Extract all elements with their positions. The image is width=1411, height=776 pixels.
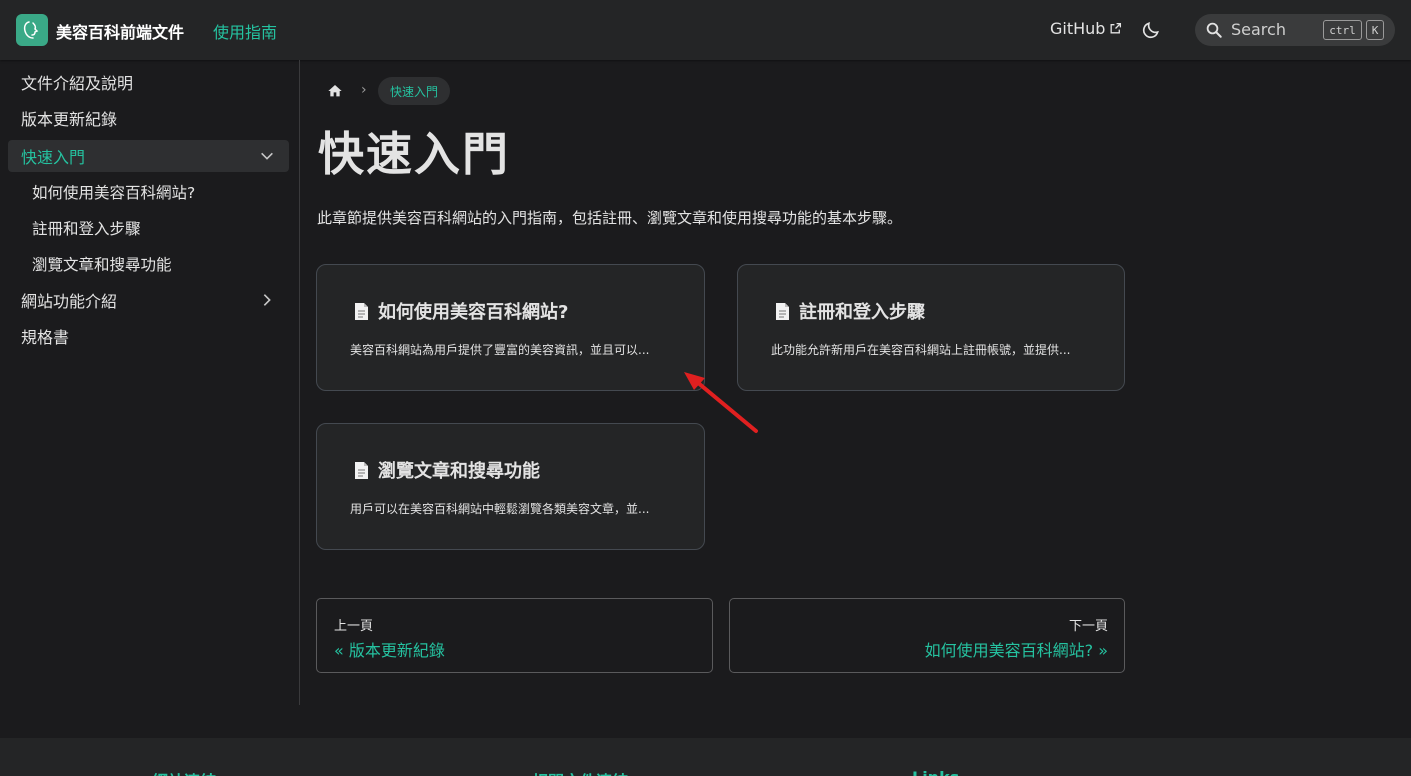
document-icon <box>355 302 368 320</box>
sidebar-item-label: 瀏覽文章和搜尋功能 <box>32 256 172 274</box>
pagination-prev-sublabel: 上一頁 <box>334 619 374 634</box>
sidebar-item-label: 規格書 <box>21 328 70 347</box>
sidebar-item-how-to-use[interactable]: 如何使用美容百科網站? <box>20 176 289 208</box>
sidebar-item-browse-search[interactable]: 瀏覽文章和搜尋功能 <box>20 248 289 280</box>
card-title-label: 註冊和登入步驟 <box>799 302 925 323</box>
search-label: Search <box>1231 20 1286 39</box>
footer: 網站連結 相關文件連結 Links <box>0 738 1411 776</box>
card-description: 美容百科網站為用戶提供了豐富的美容資訊，並且可以... <box>350 343 650 357</box>
theme-toggle-button[interactable] <box>1139 18 1163 42</box>
document-icon <box>355 461 368 479</box>
card-description: 此功能允許新用戶在美容百科網站上註冊帳號，並提供... <box>771 343 1071 357</box>
sidebar-item-label: 文件介紹及說明 <box>21 74 134 93</box>
external-link-icon <box>1110 22 1122 34</box>
navbar: 美容百科前端文件 使用指南 GitHub Search ctrl K <box>0 0 1411 60</box>
chevron-down-icon[interactable] <box>259 148 275 164</box>
sidebar-item-label: 註冊和登入步驟 <box>32 220 141 238</box>
sidebar-item-label: 快速入門 <box>21 148 86 167</box>
search-icon <box>1206 22 1222 38</box>
brand-title[interactable]: 美容百科前端文件 <box>56 19 184 43</box>
github-link-label: GitHub <box>1050 19 1106 38</box>
face-profile-icon <box>23 21 39 39</box>
card-title: 瀏覽文章和搜尋功能 <box>353 457 540 483</box>
breadcrumb-separator-icon: › <box>361 82 367 98</box>
sidebar-item-intro[interactable]: 文件介紹及說明 <box>8 66 289 98</box>
card-browse-search[interactable]: 瀏覽文章和搜尋功能 用戶可以在美容百科網站中輕鬆瀏覽各類美容文章，並... <box>316 423 705 550</box>
pagination-next-link[interactable]: 下一頁 如何使用美容百科網站? » <box>729 598 1125 673</box>
chevron-right-icon[interactable] <box>259 292 275 308</box>
breadcrumb-home-link[interactable] <box>325 81 345 101</box>
sidebar-item-label: 網站功能介紹 <box>21 292 118 311</box>
sidebar-item-quickstart[interactable]: 快速入門 <box>8 140 289 172</box>
footer-column-title: Links <box>912 768 959 776</box>
card-register-login[interactable]: 註冊和登入步驟 此功能允許新用戶在美容百科網站上註冊帳號，並提供... <box>737 264 1125 391</box>
card-how-to-use[interactable]: 如何使用美容百科網站? 美容百科網站為用戶提供了豐富的美容資訊，並且可以... <box>316 264 705 391</box>
sidebar-item-spec[interactable]: 規格書 <box>8 320 289 352</box>
page-title: 快速入門 <box>318 127 510 181</box>
kbd-ctrl: ctrl <box>1323 20 1362 40</box>
sidebar-item-label: 版本更新紀錄 <box>21 110 118 129</box>
kbd-k: K <box>1366 20 1384 40</box>
card-title: 註冊和登入步驟 <box>774 298 925 324</box>
document-icon <box>776 302 789 320</box>
sidebar-item-features[interactable]: 網站功能介紹 <box>8 284 289 316</box>
pagination-next-label: 如何使用美容百科網站? » <box>924 641 1108 660</box>
site-logo[interactable] <box>16 14 48 46</box>
footer-column-title: 網站連結 <box>152 768 216 776</box>
card-title: 如何使用美容百科網站? <box>353 298 568 324</box>
breadcrumb-current: 快速入門 <box>378 77 451 105</box>
nav-link-guide[interactable]: 使用指南 <box>213 19 277 43</box>
search-button[interactable]: Search ctrl K <box>1195 14 1395 46</box>
sidebar-item-changelog[interactable]: 版本更新紀錄 <box>8 102 289 134</box>
pagination-prev-label: « 版本更新紀錄 <box>334 641 445 660</box>
sidebar: 文件介紹及說明 版本更新紀錄 快速入門 如何使用美容百科網站? 註冊和登入步驟 … <box>0 60 300 705</box>
sidebar-item-label: 如何使用美容百科網站? <box>32 184 196 202</box>
page-description: 此章節提供美容百科網站的入門指南，包括註冊、瀏覽文章和使用搜尋功能的基本步驟。 <box>317 209 903 227</box>
pagination-next-sublabel: 下一頁 <box>1068 619 1108 634</box>
home-icon <box>328 85 342 97</box>
nav-link-github[interactable]: GitHub <box>1050 19 1122 38</box>
sidebar-item-register-login[interactable]: 註冊和登入步驟 <box>20 212 289 244</box>
footer-column-title: 相關文件連結 <box>532 768 628 776</box>
card-title-label: 瀏覽文章和搜尋功能 <box>378 461 540 482</box>
pagination-prev-link[interactable]: 上一頁 « 版本更新紀錄 <box>316 598 713 673</box>
card-title-label: 如何使用美容百科網站? <box>378 302 569 323</box>
moon-icon <box>1142 22 1159 39</box>
card-description: 用戶可以在美容百科網站中輕鬆瀏覽各類美容文章，並... <box>350 502 650 516</box>
